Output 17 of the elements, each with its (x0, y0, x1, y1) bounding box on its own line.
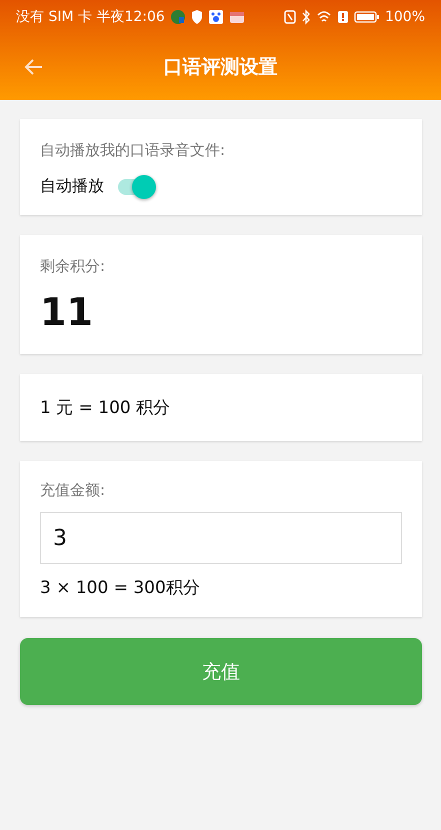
wifi-icon (316, 8, 332, 24)
toggle-label: 自动播放 (40, 176, 104, 197)
app-icon (170, 8, 186, 24)
rate-text: 1 元 = 100 积分 (40, 397, 172, 419)
page-title: 口语评测设置 (164, 54, 278, 80)
points-value: 11 (40, 290, 94, 334)
battery-percent: 100% (384, 8, 425, 24)
shield-icon (190, 8, 203, 24)
alert-icon (336, 8, 349, 24)
section-label: 充值金额: (40, 481, 106, 500)
result-text: 3 × 100 = 300积分 (40, 577, 201, 599)
bluetooth-icon (300, 8, 311, 24)
section-label: 剩余积分: (40, 257, 106, 276)
amount-field[interactable]: 3 (40, 512, 402, 564)
status-text: 没有 SIM 卡 半夜12:06 (16, 8, 165, 26)
battery-icon (354, 8, 380, 24)
section-label: 自动播放我的口语录音文件: (40, 141, 226, 160)
